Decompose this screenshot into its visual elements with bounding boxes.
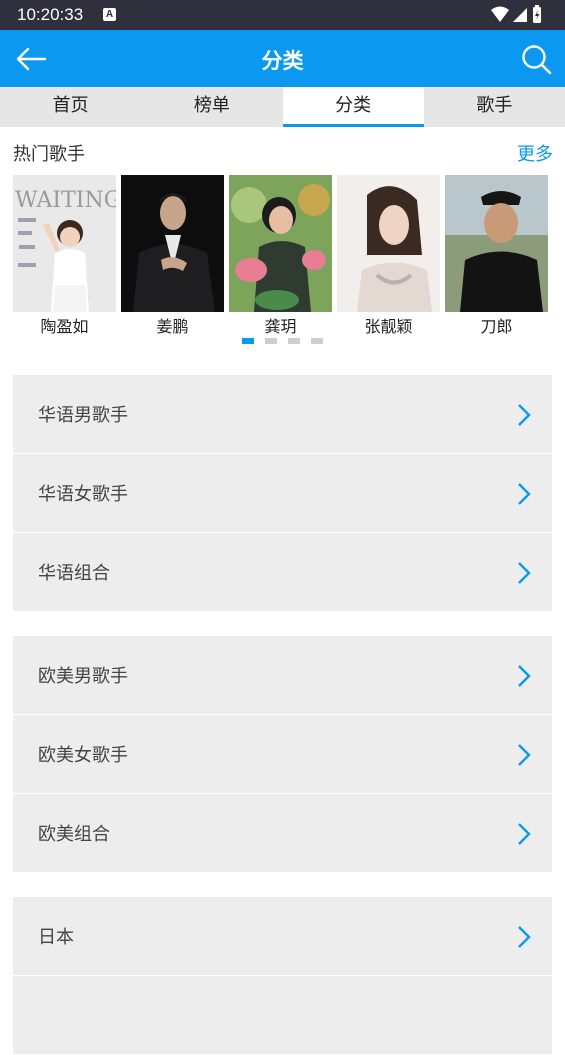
page-title: 分类 [261, 49, 304, 73]
singer-name: 姜鹏 [156, 317, 189, 336]
tab-bar: 首页 榜单 分类 歌手 [0, 87, 565, 127]
category-row[interactable]: 欧美女歌手 [13, 715, 552, 794]
more-link[interactable]: 更多 [517, 140, 553, 166]
chevron-right-icon [518, 823, 531, 845]
category-row[interactable]: 欧美男歌手 [13, 636, 552, 715]
category-group: 日本 [13, 897, 552, 1055]
singer-card[interactable]: 刀郎 [445, 175, 548, 340]
status-icons [491, 5, 541, 23]
category-label: 日本 [38, 927, 74, 948]
pager-dot[interactable] [311, 338, 323, 344]
category-row[interactable]: 华语女歌手 [13, 454, 552, 533]
category-label: 欧美组合 [38, 824, 110, 845]
singer-name: 龚玥 [264, 317, 297, 336]
category-row[interactable]: 日本 [13, 897, 552, 976]
chevron-right-icon [518, 665, 531, 687]
category-row[interactable]: 华语男歌手 [13, 375, 552, 454]
singer-photo [445, 175, 548, 312]
category-label: 华语组合 [38, 563, 110, 584]
notification-a-icon: A [103, 8, 116, 21]
chevron-right-icon [518, 926, 531, 948]
singer-name: 刀郎 [480, 317, 513, 336]
pager-dot[interactable] [288, 338, 300, 344]
pager-dot[interactable] [242, 338, 254, 344]
singer-photo [121, 175, 224, 312]
singer-card[interactable]: WAITING 陶盈如 [13, 175, 116, 340]
category-label: 华语男歌手 [38, 405, 128, 426]
category-group: 欧美男歌手 欧美女歌手 欧美组合 [13, 636, 552, 873]
status-bar: 10:20:33 A [0, 0, 565, 30]
app-bar: 分类 [0, 30, 565, 87]
singer-name: 陶盈如 [40, 317, 89, 336]
category-label: 欧美女歌手 [38, 745, 128, 766]
chevron-right-icon [518, 404, 531, 426]
status-time: 10:20:33 [17, 5, 84, 24]
wifi-icon [491, 6, 509, 22]
category-row[interactable]: 欧美组合 [13, 794, 552, 873]
photo-text: WAITING [15, 188, 116, 213]
section-title: 热门歌手 [13, 144, 85, 165]
search-icon[interactable] [519, 42, 553, 76]
category-group: 华语男歌手 华语女歌手 华语组合 [13, 375, 552, 612]
tab-category[interactable]: 分类 [282, 87, 425, 127]
singer-photo [229, 175, 332, 312]
category-label: 欧美男歌手 [38, 666, 128, 687]
singer-card[interactable]: 龚玥 [229, 175, 332, 340]
category-row[interactable]: 华语组合 [13, 533, 552, 612]
singer-photo [337, 175, 440, 312]
chevron-right-icon [518, 562, 531, 584]
category-row[interactable] [13, 976, 552, 1055]
chevron-right-icon [518, 483, 531, 505]
chevron-right-icon [518, 744, 531, 766]
singer-photo: WAITING [13, 175, 116, 312]
singer-name: 张靓颖 [364, 317, 413, 336]
pager-dot[interactable] [265, 338, 277, 344]
tab-singers[interactable]: 歌手 [424, 87, 565, 127]
singer-card[interactable]: 姜鹏 [121, 175, 224, 340]
hot-singers-header: 热门歌手 更多 [13, 140, 553, 166]
signal-icon [513, 8, 527, 22]
tab-home[interactable]: 首页 [0, 87, 141, 127]
singer-card[interactable]: 张靓颖 [337, 175, 440, 340]
category-label: 华语女歌手 [38, 484, 128, 505]
tab-charts[interactable]: 榜单 [141, 87, 282, 127]
singer-carousel[interactable]: WAITING 陶盈如 姜鹏 龚玥 张靓颖 刀郎 [13, 175, 553, 340]
